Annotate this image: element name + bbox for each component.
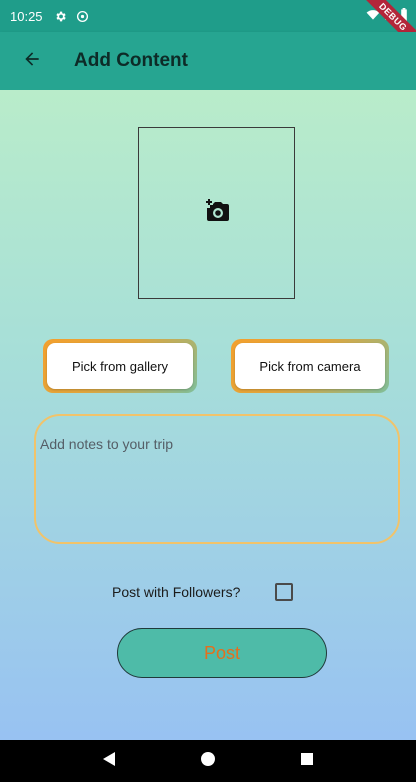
trip-notes-placeholder: Add notes to your trip	[40, 436, 174, 452]
status-time: 10:25	[10, 8, 43, 24]
image-picker-box[interactable]	[138, 127, 295, 299]
main-content: Pick from gallery Pick from camera Add n…	[0, 90, 416, 740]
settings-gear-icon	[53, 8, 69, 24]
back-button[interactable]	[4, 32, 60, 90]
nav-recents-button[interactable]	[287, 740, 327, 782]
post-button[interactable]: Post	[117, 628, 327, 678]
pick-from-camera-label: Pick from camera	[235, 343, 385, 389]
trip-notes-field[interactable]: Add notes to your trip	[34, 414, 400, 544]
nav-back-button[interactable]	[89, 740, 129, 782]
nav-home-button[interactable]	[188, 740, 228, 782]
status-bar: 10:25 DEBUG	[0, 0, 416, 54]
page-title: Add Content	[74, 50, 188, 71]
pick-from-gallery-label: Pick from gallery	[47, 343, 193, 389]
home-circle-icon	[200, 751, 216, 772]
sync-icon	[75, 8, 91, 24]
back-triangle-icon	[102, 751, 116, 772]
arrow-back-icon	[22, 49, 42, 74]
pick-from-camera-button[interactable]: Pick from camera	[231, 339, 389, 393]
add-a-photo-icon	[204, 198, 230, 228]
post-with-followers-label: Post with Followers?	[112, 584, 241, 600]
app-bar: Add Content	[0, 32, 416, 90]
post-button-label: Post	[203, 642, 241, 663]
post-with-followers-checkbox[interactable]	[275, 583, 294, 601]
android-nav-bar	[0, 740, 416, 782]
post-with-followers-row: Post with Followers?	[112, 583, 294, 601]
pick-from-gallery-button[interactable]: Pick from gallery	[43, 339, 197, 393]
recents-square-icon	[300, 752, 314, 771]
